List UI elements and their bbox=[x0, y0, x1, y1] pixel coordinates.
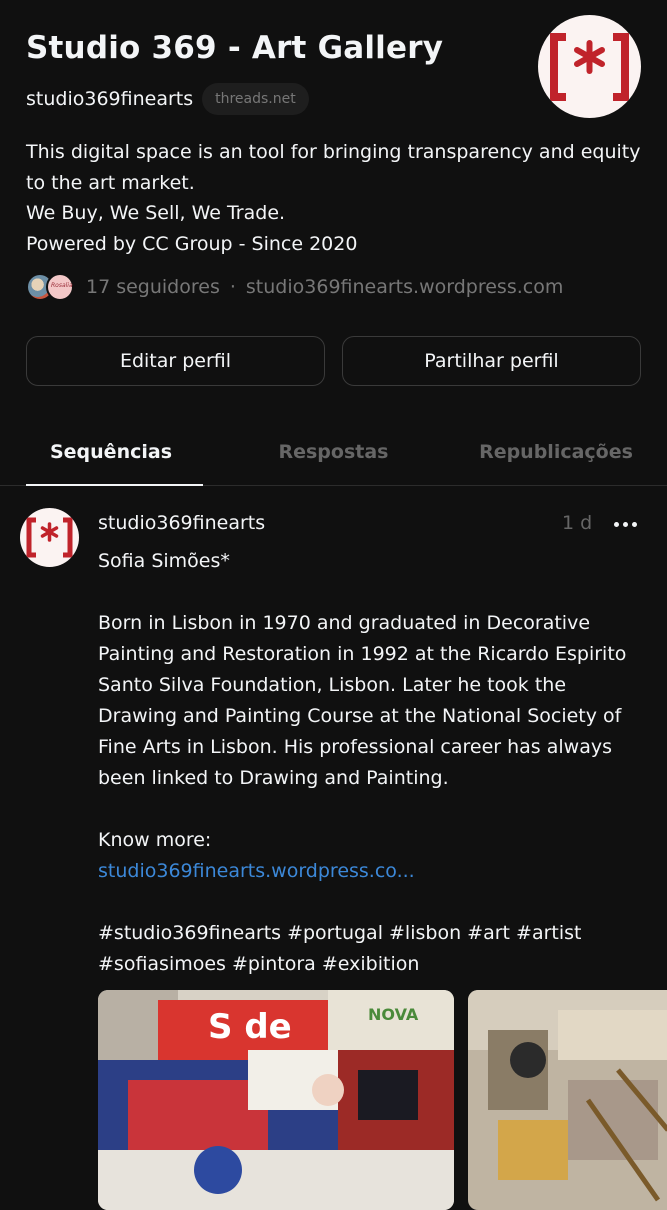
threads-domain-chip[interactable]: threads.net bbox=[202, 83, 309, 115]
painting-collage-image bbox=[468, 990, 667, 1210]
more-options-icon[interactable] bbox=[614, 513, 642, 535]
svg-text:NOVA: NOVA bbox=[368, 1005, 419, 1024]
edit-profile-button[interactable]: Editar perfil bbox=[26, 336, 325, 386]
dot-separator: · bbox=[229, 276, 236, 298]
post-line: Born in Lisbon in 1970 and graduated in … bbox=[98, 612, 591, 634]
profile-name: Studio 369 - Art Gallery bbox=[26, 30, 444, 66]
post-image-2[interactable] bbox=[468, 990, 667, 1210]
post-line: Know more: bbox=[98, 829, 212, 851]
post-line: Sofia Simões* bbox=[98, 550, 230, 572]
bio-line: Powered by CC Group - Since 2020 bbox=[26, 232, 358, 255]
handle-row: studio369finearts threads.net bbox=[26, 80, 309, 118]
post-line bbox=[98, 577, 658, 608]
post-line bbox=[98, 794, 658, 825]
follower-avatar: Rosalia bbox=[46, 273, 74, 301]
studio369-logo-icon: [*] bbox=[550, 33, 629, 101]
tab-reposts[interactable]: Republicações bbox=[445, 420, 667, 484]
bio-line: This digital space is an tool for bringi… bbox=[26, 141, 641, 163]
post-link[interactable]: studio369finearts.wordpress.co... bbox=[98, 856, 658, 887]
bio-line: to the art market. bbox=[26, 171, 195, 194]
followers-count[interactable]: 17 seguidores bbox=[86, 276, 220, 298]
post-hashtags[interactable]: #studio369finearts #portugal #lisbon #ar… bbox=[98, 918, 658, 949]
post-hashtags[interactable]: #sofiasimoes #pintora #exibition bbox=[98, 949, 658, 980]
post-line bbox=[98, 887, 658, 918]
profile-avatar[interactable]: [*] bbox=[538, 15, 641, 118]
followers-row: Rosalia 17 seguidores · studio369fineart… bbox=[26, 270, 563, 304]
post-author-avatar[interactable] bbox=[20, 508, 79, 567]
follower-avatars[interactable]: Rosalia bbox=[26, 273, 74, 301]
profile-tabs: Sequências Respostas Republicações bbox=[0, 420, 667, 486]
share-profile-button[interactable]: Partilhar perfil bbox=[342, 336, 641, 386]
post-image-1[interactable]: S de NOVA bbox=[98, 990, 454, 1210]
post-text: Sofia Simões* Born in Lisbon in 1970 and… bbox=[98, 546, 658, 980]
tab-replies[interactable]: Respostas bbox=[222, 420, 445, 484]
svg-text:S de: S de bbox=[208, 1007, 292, 1047]
studio369-logo-icon bbox=[26, 517, 73, 558]
profile-bio: This digital space is an tool for bringi… bbox=[26, 137, 646, 259]
post-line: Drawing and Painting Course at the Natio… bbox=[98, 705, 622, 727]
profile-handle: studio369finearts bbox=[26, 88, 194, 110]
post-author-name[interactable]: studio369finearts bbox=[98, 512, 265, 534]
bio-line: We Buy, We Sell, We Trade. bbox=[26, 202, 286, 224]
post-timestamp: 1 d bbox=[562, 512, 593, 534]
post-line: Santo Silva Foundation, Lisbon. Later he… bbox=[98, 674, 567, 696]
painting-collage-image: S de NOVA bbox=[98, 990, 454, 1210]
website-link[interactable]: studio369finearts.wordpress.com bbox=[246, 276, 563, 298]
tab-threads[interactable]: Sequências bbox=[0, 420, 222, 484]
post-line: Painting and Restoration in 1992 at the … bbox=[98, 643, 627, 665]
active-tab-indicator bbox=[26, 484, 203, 486]
post-line: been linked to Drawing and Painting. bbox=[98, 767, 449, 789]
post-line: Fine Arts in Lisbon. His professional ca… bbox=[98, 736, 612, 758]
